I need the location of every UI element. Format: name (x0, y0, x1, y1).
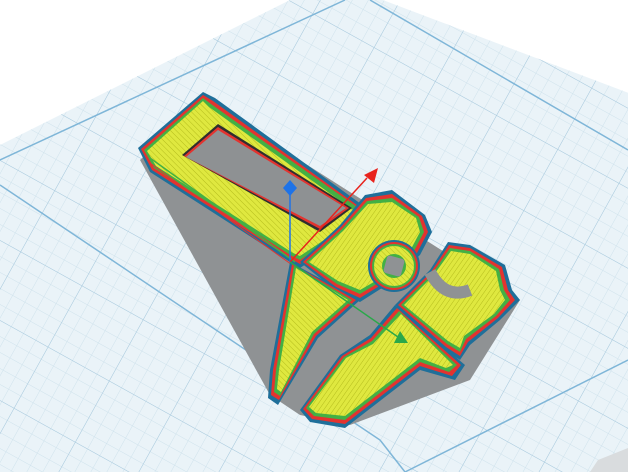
viewport-canvas[interactable] (0, 0, 628, 472)
3d-viewport[interactable] (0, 0, 628, 472)
